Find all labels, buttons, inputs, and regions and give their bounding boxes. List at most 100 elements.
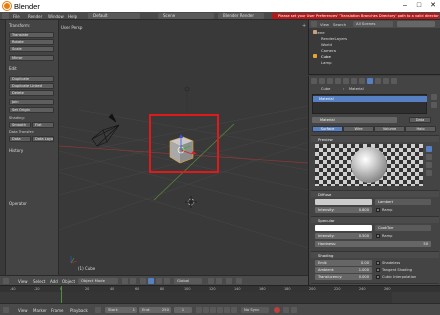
specular-shader-selector[interactable]: CookTorr <box>375 225 431 231</box>
outliner-search-menu[interactable]: Search <box>333 22 346 27</box>
world-tab-icon[interactable] <box>327 78 333 84</box>
outliner-item-renderlayers[interactable]: RenderLayers <box>321 36 347 41</box>
maximize-icon[interactable]: □ <box>412 1 426 11</box>
outliner-item-camera[interactable]: Camera <box>321 48 336 53</box>
history-header[interactable]: History <box>9 148 23 153</box>
editor-type-icon[interactable] <box>311 21 317 27</box>
3d-viewport[interactable]: User Persp (1) Cube + <box>59 20 308 275</box>
shadeless-checkbox[interactable] <box>376 261 380 265</box>
scene-selector[interactable]: Scene <box>158 13 214 19</box>
specular-ramp-checkbox[interactable] <box>376 234 380 238</box>
ambient-field[interactable]: Ambient: 1.000 <box>315 267 372 273</box>
play-reverse-icon[interactable] <box>210 307 216 313</box>
outliner-item-cube[interactable]: Cube <box>321 54 331 59</box>
data-button[interactable]: Data <box>9 136 31 142</box>
editor-type-icon[interactable] <box>3 307 9 313</box>
object-tab-icon[interactable] <box>335 78 341 84</box>
material-slot-list[interactable]: Material <box>312 94 427 114</box>
close-icon[interactable]: ✕ <box>426 1 440 11</box>
preview-flat-icon[interactable] <box>426 154 432 160</box>
modifiers-tab-icon[interactable] <box>351 78 357 84</box>
layout-selector[interactable]: Default <box>88 13 140 19</box>
render-engine-selector[interactable]: Blender Render <box>218 13 264 19</box>
remove-slot-icon[interactable] <box>431 102 437 108</box>
mesh-data-tab-icon[interactable] <box>359 78 365 84</box>
render-icon[interactable] <box>236 278 242 284</box>
set-origin-button[interactable]: Set Origin <box>9 107 54 113</box>
material-name-field[interactable]: Material <box>312 117 397 123</box>
orientation-selector[interactable]: Global <box>174 278 202 284</box>
specular-intensity-field[interactable]: Intensity: 0.500 <box>315 233 372 239</box>
specular-color-swatch[interactable] <box>315 225 372 231</box>
render-tab-icon[interactable] <box>311 78 317 84</box>
rotate-manipulator-icon[interactable] <box>156 278 162 284</box>
material-slot[interactable]: Material <box>313 96 427 102</box>
diffuse-panel-header[interactable]: Diffuse <box>311 190 439 197</box>
diffuse-color-swatch[interactable] <box>315 199 372 205</box>
surface-tab[interactable]: Surface <box>312 126 343 132</box>
cubic-interpolation-checkbox[interactable] <box>376 275 380 279</box>
flat-button[interactable]: Flat <box>32 122 54 128</box>
delete-button[interactable]: Delete <box>9 90 54 96</box>
editor-type-icon[interactable] <box>3 278 9 284</box>
preview-cube-icon[interactable] <box>426 162 432 168</box>
menu-window[interactable]: Window <box>48 14 64 19</box>
join-button[interactable]: Join <box>9 99 54 105</box>
pivot-icon[interactable] <box>130 278 136 284</box>
smooth-button[interactable]: Smooth <box>9 122 31 128</box>
preview-monkey-icon[interactable] <box>426 170 432 176</box>
end-frame-field[interactable]: End: 250 <box>139 307 171 313</box>
constraints-tab-icon[interactable] <box>343 78 349 84</box>
menu-select[interactable]: Select <box>33 279 45 284</box>
timeline-area[interactable]: -40 -20 0 20 40 60 80 100 120 140 160 18… <box>0 285 440 304</box>
data-link-button[interactable]: Data <box>409 117 431 123</box>
menu-add[interactable]: Add <box>50 279 58 284</box>
timeline-menu-marker[interactable]: Marker <box>33 308 47 313</box>
halo-tab[interactable]: Halo <box>405 126 436 132</box>
editor-type-icon[interactable] <box>2 13 9 19</box>
menu-file[interactable]: File <box>13 14 20 19</box>
sync-mode-selector[interactable]: No Sync <box>241 307 269 313</box>
outliner-item-world[interactable]: World <box>321 42 332 47</box>
edit-header[interactable]: Edit <box>9 66 17 71</box>
preview-sphere-icon[interactable] <box>426 146 432 152</box>
menu-render[interactable]: Render <box>28 14 42 19</box>
physics-tab-icon[interactable] <box>391 78 397 84</box>
data-layout-button[interactable]: Data Layo <box>32 136 54 142</box>
outliner-search-field[interactable] <box>397 21 435 27</box>
preview-range-icon[interactable] <box>95 307 101 313</box>
jump-end-icon[interactable] <box>231 307 237 313</box>
operator-header[interactable]: Operator <box>9 201 27 206</box>
layers-icon-2[interactable] <box>216 278 222 284</box>
duplicate-linked-button[interactable]: Duplicate Linked <box>9 83 54 89</box>
diffuse-ramp-checkbox[interactable] <box>376 208 380 212</box>
keying-set-icon[interactable] <box>283 307 289 313</box>
record-icon[interactable] <box>274 307 280 313</box>
menu-view[interactable]: View <box>18 279 28 284</box>
duplicate-button[interactable]: Duplicate <box>9 76 54 82</box>
transform-header[interactable]: Transform: <box>9 23 30 28</box>
layers-icon[interactable] <box>208 278 214 284</box>
volume-tab[interactable]: Volume <box>374 126 405 132</box>
diffuse-shader-selector[interactable]: Lambert <box>375 199 431 205</box>
particles-tab-icon[interactable] <box>383 78 389 84</box>
rotate-button[interactable]: Rotate <box>9 39 54 45</box>
current-frame-field[interactable]: 1 <box>174 307 192 313</box>
outliner-view-menu[interactable]: View <box>320 22 329 27</box>
viewport-shading-icon[interactable] <box>122 278 128 284</box>
texture-tab-icon[interactable] <box>375 78 381 84</box>
timeline-menu-playback[interactable]: Playback <box>70 308 88 313</box>
mirror-button[interactable]: Mirror <box>9 55 54 61</box>
translate-button[interactable]: Translate <box>9 32 54 38</box>
emit-field[interactable]: Emit: 0.00 <box>315 260 372 266</box>
next-keyframe-icon[interactable] <box>224 307 230 313</box>
insert-keyframe-icon[interactable] <box>291 307 297 313</box>
manipulator-icon[interactable] <box>140 278 146 284</box>
hardness-field[interactable]: Hardness: 50 <box>315 241 431 247</box>
tangent-shading-checkbox[interactable] <box>376 268 380 272</box>
scene-tab-icon[interactable] <box>319 78 325 84</box>
add-slot-icon[interactable] <box>431 94 437 100</box>
menu-help[interactable]: Help <box>68 14 77 19</box>
diffuse-intensity-field[interactable]: Intensity: 0.800 <box>315 207 372 213</box>
jump-start-icon[interactable] <box>196 307 202 313</box>
